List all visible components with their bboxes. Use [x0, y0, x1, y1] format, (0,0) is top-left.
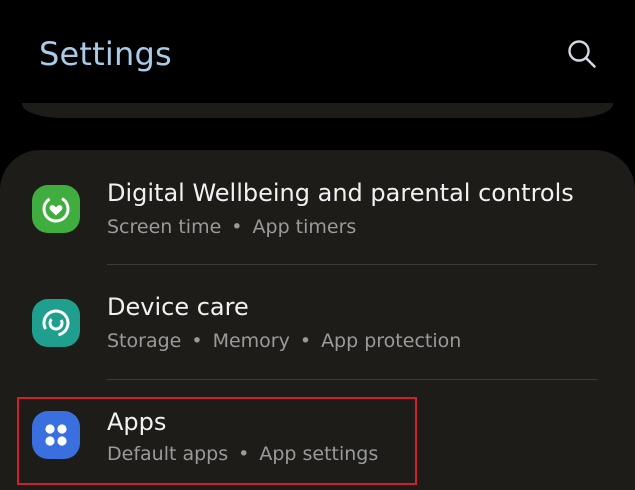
subtitle-part: App settings: [259, 443, 379, 465]
item-subtitle: Screen time • App timers: [107, 214, 356, 240]
subtitle-part: Screen time: [107, 216, 222, 238]
subtitle-separator: •: [238, 443, 250, 465]
search-icon: [568, 40, 596, 68]
subtitle-separator: •: [191, 330, 203, 352]
item-title: Apps: [107, 408, 167, 436]
subtitle-separator: •: [231, 216, 243, 238]
item-title: Device care: [107, 293, 249, 321]
settings-item-digital-wellbeing[interactable]: Digital Wellbeing and parental controls …: [0, 155, 635, 269]
subtitle-part: App protection: [321, 330, 462, 352]
divider: [107, 264, 597, 265]
settings-screen: Settings Digital Wellbeing and parental …: [0, 0, 635, 490]
page-title: Settings: [39, 35, 172, 73]
apps-icon: [32, 411, 80, 459]
digital-wellbeing-icon: [32, 185, 80, 233]
settings-item-apps[interactable]: Apps Default apps • App settings: [0, 385, 635, 490]
subtitle-part: Storage: [107, 330, 182, 352]
search-button[interactable]: [562, 34, 602, 74]
subtitle-part: Default apps: [107, 443, 229, 465]
subtitle-separator: •: [299, 330, 312, 352]
divider: [107, 379, 597, 380]
device-care-icon: [32, 299, 80, 347]
subtitle-part: App timers: [252, 216, 357, 238]
subtitle-part: Memory: [212, 330, 290, 352]
collapsed-settings-card: [22, 103, 613, 118]
settings-item-device-care[interactable]: Device care Storage • Memory • App protectio…: [0, 270, 635, 384]
item-subtitle: Default apps • App settings: [107, 441, 378, 467]
item-subtitle: Storage • Memory • App protection: [107, 328, 461, 354]
item-title: Digital Wellbeing and parental controls: [107, 179, 574, 207]
